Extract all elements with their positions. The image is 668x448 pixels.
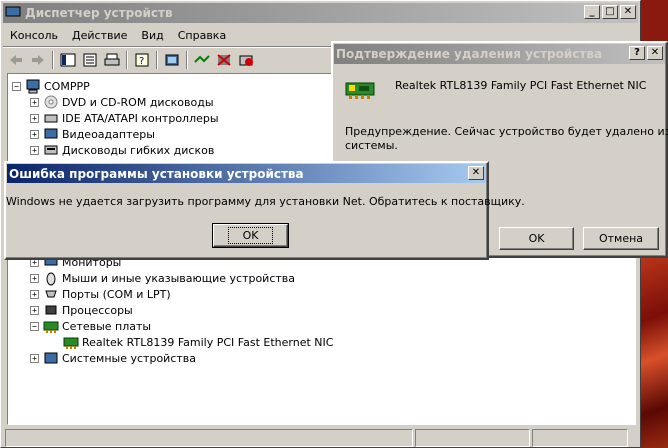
tree-item-ide[interactable]: + IDE ATA/ATAPI контроллеры	[30, 110, 219, 126]
port-icon	[43, 286, 59, 302]
tree-item-label: Realtek RTL8139 Family PCI Fast Ethernet…	[82, 335, 334, 349]
device-name: Realtek RTL8139 Family PCI Fast Ethernet…	[395, 79, 647, 92]
tree-item-label: Системные устройства	[62, 351, 196, 365]
confirm-titlebar[interactable]: Подтверждение удаления устройства ? ✕	[334, 44, 665, 64]
warning-line-1: Предупреждение. Сейчас устройство будет …	[345, 125, 668, 138]
device-manager-icon	[5, 5, 21, 21]
status-bar	[5, 429, 636, 447]
expand-toggle[interactable]: +	[30, 305, 39, 315]
menu-help[interactable]: Справка	[171, 29, 233, 42]
tree-item-cpu[interactable]: + Процессоры	[30, 302, 133, 318]
toolbar-separator	[52, 51, 54, 69]
error-dialog-title: Ошибка программы установки устройства	[9, 166, 304, 181]
expand-toggle[interactable]: +	[30, 145, 39, 155]
network-card-icon	[43, 318, 59, 334]
tree-item-system[interactable]: + Системные устройства	[30, 350, 196, 366]
menu-view[interactable]: Вид	[134, 29, 170, 42]
tree-item-mice[interactable]: + Мыши и иные указывающие устройства	[30, 270, 295, 286]
expand-toggle[interactable]: +	[30, 273, 39, 283]
tree-item-floppy[interactable]: + Дисководы гибких дисков	[30, 142, 214, 158]
close-button[interactable]: ✕	[647, 46, 663, 60]
expand-toggle[interactable]: +	[30, 353, 39, 363]
close-button[interactable]: ✕	[620, 5, 636, 19]
tree-item-label: Видеоадаптеры	[62, 127, 155, 141]
tree-item-label: Дисководы гибких дисков	[62, 143, 215, 157]
help-button[interactable]: ?	[629, 46, 645, 60]
status-pane	[415, 429, 530, 447]
system-devices-icon	[43, 350, 59, 366]
confirm-cancel-button[interactable]: Отмена	[583, 227, 659, 250]
properties-sheet-icon[interactable]	[79, 50, 101, 70]
minimize-button[interactable]: _	[584, 5, 600, 19]
tree-root[interactable]: − COMPPP	[12, 78, 90, 94]
confirm-dialog-title: Подтверждение удаления устройства	[336, 47, 603, 61]
forward-icon[interactable]	[27, 50, 49, 70]
help-icon[interactable]: ?	[131, 50, 153, 70]
menu-action[interactable]: Действие	[65, 29, 134, 42]
maximize-button[interactable]: □	[602, 5, 618, 19]
tree-icon[interactable]	[57, 50, 79, 70]
setup-error-dialog: Ошибка программы установки устройства ✕ …	[4, 161, 525, 260]
error-ok-button[interactable]: OK	[212, 223, 289, 248]
toolbar-separator	[186, 51, 188, 69]
tree-item-video[interactable]: + Видеоадаптеры	[30, 126, 155, 142]
cpu-icon	[43, 302, 59, 318]
confirm-ok-button[interactable]: OK	[499, 227, 574, 250]
print-icon[interactable]	[101, 50, 123, 70]
refresh-icon[interactable]	[161, 50, 183, 70]
close-button[interactable]: ✕	[468, 166, 484, 180]
error-message: Windows не удается загрузить программу д…	[6, 195, 525, 208]
network-card-icon	[63, 334, 79, 350]
error-titlebar[interactable]: Ошибка программы установки устройства ✕	[7, 164, 486, 183]
tree-item-label: Порты (COM и LPT)	[62, 287, 171, 301]
expand-toggle[interactable]: +	[30, 129, 39, 139]
tree-item-nic[interactable]: Realtek RTL8139 Family PCI Fast Ethernet…	[63, 334, 333, 350]
expand-toggle[interactable]: +	[30, 289, 39, 299]
tree-item-ports[interactable]: + Порты (COM и LPT)	[30, 286, 171, 302]
disable-icon[interactable]	[213, 50, 235, 70]
tree-item-network[interactable]: − Сетевые платы	[30, 318, 151, 334]
toolbar-separator	[156, 51, 158, 69]
back-icon[interactable]	[5, 50, 27, 70]
computer-icon	[25, 78, 41, 94]
uninstall-icon[interactable]	[235, 50, 257, 70]
tree-item-dvd[interactable]: + DVD и CD-ROM дисководы	[30, 94, 214, 110]
collapse-toggle[interactable]: −	[12, 81, 21, 91]
expand-toggle[interactable]: +	[30, 97, 39, 107]
collapse-toggle[interactable]: −	[30, 321, 39, 331]
tree-item-label: Сетевые платы	[62, 319, 152, 333]
toolbar-separator	[126, 51, 128, 69]
expand-toggle[interactable]: +	[30, 113, 39, 123]
network-card-icon	[345, 81, 377, 101]
menu-console[interactable]: Консоль	[3, 29, 65, 42]
floppy-icon	[43, 142, 59, 158]
scan-hardware-icon[interactable]	[191, 50, 213, 70]
status-pane-main	[5, 429, 413, 447]
warning-line-2: системы.	[345, 139, 398, 152]
tree-item-label: Мыши и иные указывающие устройства	[62, 271, 296, 285]
tree-root-label: COMPPP	[44, 79, 90, 93]
mouse-icon	[43, 270, 59, 286]
tree-item-label: Процессоры	[62, 303, 133, 317]
tree-item-label: IDE ATA/ATAPI контроллеры	[62, 111, 219, 125]
main-window-title: Диспетчер устройств	[25, 6, 173, 20]
error-ok-label: OK	[227, 227, 274, 244]
cdrom-icon	[43, 94, 59, 110]
display-adapter-icon	[43, 126, 59, 142]
toolbar: ?	[5, 49, 257, 71]
ide-icon	[43, 110, 59, 126]
tree-item-label: DVD и CD-ROM дисководы	[62, 95, 214, 109]
main-titlebar[interactable]: Диспетчер устройств _ □ ✕	[3, 3, 638, 23]
status-pane	[532, 429, 628, 447]
svg-text:?: ?	[139, 56, 144, 67]
